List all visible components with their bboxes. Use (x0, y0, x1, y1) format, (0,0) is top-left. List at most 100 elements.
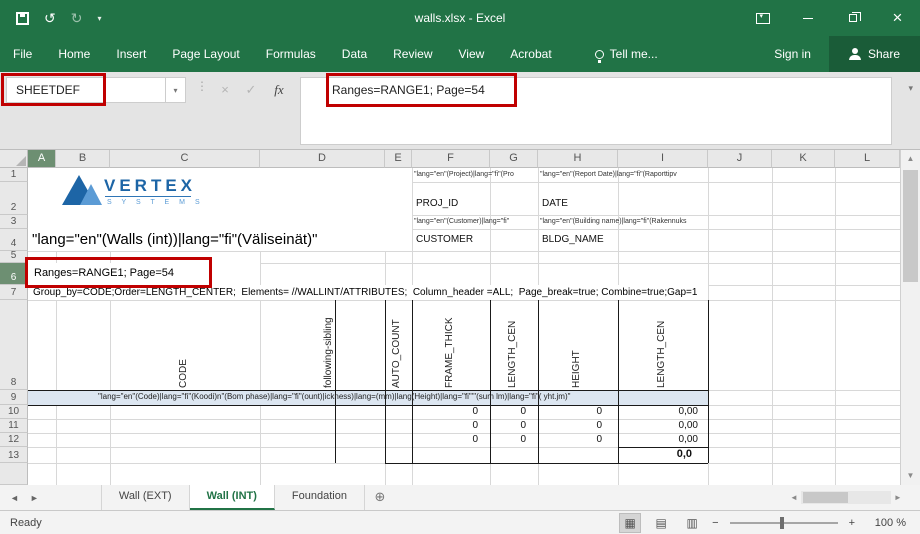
column-header-E[interactable]: E (385, 150, 412, 168)
cell-report-date-label[interactable]: "lang="en"(Report Date)|lang="fi"(Raport… (540, 171, 677, 178)
row-header-partial[interactable] (0, 463, 28, 485)
page-layout-view-icon[interactable]: ▤ (650, 513, 672, 533)
column-header-A[interactable]: A (28, 150, 56, 168)
sheet-tab-wall-int[interactable]: Wall (INT) (190, 485, 275, 510)
normal-view-icon[interactable]: ▦ (619, 513, 641, 533)
sign-in-button[interactable]: Sign in (756, 36, 829, 72)
cell-date[interactable]: DATE (542, 198, 568, 209)
restore-button[interactable] (830, 0, 875, 36)
cell-r10-height[interactable]: 0 (538, 406, 602, 417)
redo-icon[interactable]: ↻ (71, 0, 83, 36)
cancel-icon[interactable]: × (212, 77, 238, 103)
column-header-J[interactable]: J (708, 150, 772, 168)
cell-rotated-header-auto-count[interactable]: AUTO_COUNT (391, 304, 405, 388)
cell-rotated-header-height[interactable]: HEIGHT (571, 304, 585, 388)
ribbon-tab-file[interactable]: File (0, 36, 45, 72)
hscroll-right-icon[interactable]: ► (894, 493, 902, 502)
column-header-F[interactable]: F (412, 150, 490, 168)
worksheet-area[interactable]: VERTEX S Y S T E M S "lang="en"(Project)… (28, 168, 900, 485)
column-header-G[interactable]: G (490, 150, 538, 168)
cell-r12-length[interactable]: 0,00 (618, 434, 698, 445)
cell-rotated-header-length-cen2[interactable]: LENGTH_CEN (656, 304, 670, 388)
cell-rotated-header-following[interactable]: following-sibling (323, 304, 337, 388)
cell-r11-length[interactable]: 0,00 (618, 420, 698, 431)
save-icon[interactable] (16, 12, 29, 25)
formula-input[interactable]: Ranges=RANGE1; Page=54 (300, 77, 892, 145)
vertical-scrollbar[interactable]: ▲ ▼ (900, 150, 920, 485)
row-header-2[interactable]: 2 (0, 182, 28, 215)
zoom-in-icon[interactable]: + (849, 517, 855, 529)
close-button[interactable]: × (875, 0, 920, 36)
scroll-down-icon[interactable]: ▼ (901, 467, 920, 485)
cell-r11-height[interactable]: 0 (538, 420, 602, 431)
row-header-6[interactable]: 6 (0, 263, 28, 285)
row-header-8[interactable]: 8 (0, 300, 28, 390)
zoom-slider[interactable] (730, 522, 838, 524)
cell-r10-length[interactable]: 0,00 (618, 406, 698, 417)
ribbon-tab-data[interactable]: Data (329, 36, 380, 72)
zoom-slider-thumb[interactable] (780, 517, 784, 529)
sheet-tab-wall-ext[interactable]: Wall (EXT) (101, 485, 190, 510)
insert-function-icon[interactable]: fx (266, 77, 292, 103)
scroll-up-icon[interactable]: ▲ (901, 150, 920, 168)
collapse-formula-bar-icon[interactable]: ▾ (908, 83, 913, 94)
ribbon-tab-home[interactable]: Home (45, 36, 103, 72)
cell-sheet-title[interactable]: "lang="en"(Walls (int))|lang="fi"(Välise… (32, 231, 317, 248)
select-all-corner[interactable] (0, 150, 28, 168)
minimize-button[interactable] (785, 0, 830, 36)
row-header-5[interactable]: 5 (0, 251, 28, 263)
column-header-D[interactable]: D (260, 150, 385, 168)
cell-project-label[interactable]: "lang="en"(Project)|lang="fi"(Pro (414, 171, 514, 178)
horizontal-scrollbar-thumb[interactable] (803, 492, 848, 503)
sheet-nav-left-icon[interactable]: ◄ (10, 493, 19, 503)
ribbon-display-options-button[interactable] (740, 0, 785, 36)
cell-rotated-header-code[interactable]: CODE (178, 304, 192, 388)
column-header-H[interactable]: H (538, 150, 618, 168)
formula-bar-drag-handle-icon[interactable]: ⋮ (196, 79, 208, 93)
ribbon-tab-review[interactable]: Review (380, 36, 445, 72)
customize-quick-access-icon[interactable]: ▾ (97, 14, 101, 23)
row-header-12[interactable]: 12 (0, 433, 28, 447)
ribbon-tab-formulas[interactable]: Formulas (253, 36, 329, 72)
hscroll-left-icon[interactable]: ◄ (790, 493, 798, 502)
cell-r12-height[interactable]: 0 (538, 434, 602, 445)
horizontal-scrollbar-track[interactable] (801, 491, 891, 504)
vertical-scrollbar-thumb[interactable] (903, 170, 918, 282)
ribbon-tab-insert[interactable]: Insert (103, 36, 159, 72)
column-header-L[interactable]: L (835, 150, 900, 168)
row-header-3[interactable]: 3 (0, 215, 28, 229)
column-header-B[interactable]: B (56, 150, 110, 168)
ribbon-tab-view[interactable]: View (446, 36, 498, 72)
cell-rotated-header-length-cen1[interactable]: LENGTH_CEN (507, 304, 521, 388)
row-header-4[interactable]: 4 (0, 229, 28, 251)
cell-customer-label[interactable]: "lang="en"(Customer)|lang="fi" (414, 218, 509, 225)
cell-r11-frame[interactable]: 0 (490, 420, 526, 431)
horizontal-scrollbar[interactable]: ◄ ► (790, 488, 915, 507)
tell-me-box[interactable]: Tell me... (581, 36, 672, 72)
ribbon-tab-acrobat[interactable]: Acrobat (497, 36, 564, 72)
enter-icon[interactable]: ✓ (238, 77, 264, 103)
cell-config[interactable]: Group_by=CODE;Order=LENGTH_CENTER; Eleme… (33, 287, 697, 298)
add-sheet-icon[interactable]: ⊕ (365, 485, 395, 510)
column-header-I[interactable]: I (618, 150, 708, 168)
cell-customer[interactable]: CUSTOMER (416, 234, 473, 245)
name-box[interactable]: SHEETDEF (6, 77, 166, 103)
row-header-1[interactable]: 1 (0, 168, 28, 182)
cell-proj-id[interactable]: PROJ_ID (416, 198, 458, 209)
cell-ranges[interactable]: Ranges=RANGE1; Page=54 (34, 267, 174, 279)
page-break-preview-icon[interactable]: ▥ (681, 513, 703, 533)
row-header-7[interactable]: 7 (0, 285, 28, 300)
row-header-11[interactable]: 11 (0, 419, 28, 433)
column-header-K[interactable]: K (772, 150, 835, 168)
row-header-13[interactable]: 13 (0, 447, 28, 463)
cell-table-header-row[interactable]: "lang="en"(Code)|lang="fi"(Koodi)n"(Bom … (98, 392, 570, 401)
cell-r12-auto[interactable]: 0 (412, 434, 478, 445)
zoom-out-icon[interactable]: − (712, 517, 718, 529)
cell-bldg-name[interactable]: BLDG_NAME (542, 234, 604, 245)
cell-r10-auto[interactable]: 0 (412, 406, 478, 417)
sheet-nav-right-icon[interactable]: ► (30, 493, 39, 503)
row-header-10[interactable]: 10 (0, 405, 28, 419)
cell-r10-frame[interactable]: 0 (490, 406, 526, 417)
cell-r12-frame[interactable]: 0 (490, 434, 526, 445)
cell-rotated-header-frame-thick[interactable]: FRAME_THICK (444, 304, 458, 388)
